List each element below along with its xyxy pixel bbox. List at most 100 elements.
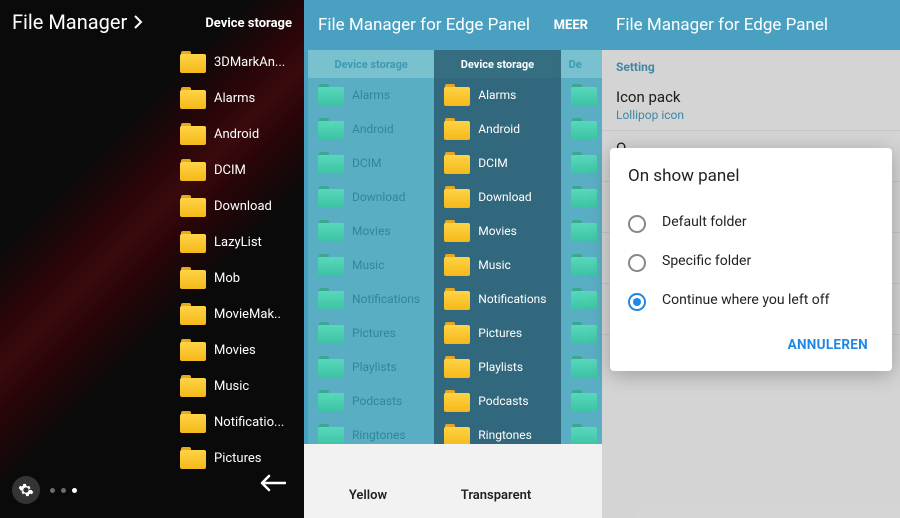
screen-header: File Manager for Edge Panel <box>602 0 900 50</box>
folder-item[interactable]: Ringtones <box>308 418 434 452</box>
folder-item[interactable]: Mob <box>180 260 304 296</box>
folder-item[interactable]: Alarms <box>434 78 560 112</box>
folder-item[interactable]: Notifications <box>434 282 560 316</box>
folder-item[interactable]: Playlists <box>308 350 434 384</box>
folder-icon <box>571 424 597 446</box>
folder-item[interactable]: LazyList <box>180 224 304 260</box>
folder-item[interactable] <box>561 112 602 146</box>
settings-button[interactable] <box>12 476 40 504</box>
folder-label: Podcasts <box>352 394 402 408</box>
folder-list[interactable]: 3DMarkAn... Alarms Android DCIM DownloadLazy… <box>180 44 304 478</box>
folder-icon <box>571 288 597 310</box>
dialog-title: On show panel <box>628 166 874 186</box>
radio-icon <box>628 293 646 311</box>
folder-icon <box>444 356 470 378</box>
folder-label: DCIM <box>214 163 246 178</box>
storage-label[interactable]: Device storage <box>205 16 292 31</box>
app-title[interactable]: File Manager <box>12 10 143 34</box>
theme-footer: Yellow Transparent <box>304 472 602 518</box>
folder-item[interactable]: Download <box>434 180 560 214</box>
folder-item[interactable]: Notificatio... <box>180 404 304 440</box>
folder-item[interactable]: Movies <box>308 214 434 248</box>
folder-icon <box>444 424 470 446</box>
folder-item[interactable] <box>561 316 602 350</box>
gear-icon <box>18 482 34 498</box>
radio-icon <box>628 254 646 272</box>
dot <box>50 488 55 493</box>
folder-item[interactable]: Music <box>180 368 304 404</box>
folder-item[interactable] <box>561 248 602 282</box>
folder-icon <box>318 390 344 412</box>
option-label: Continue where you left off <box>662 292 830 308</box>
folder-label: Download <box>352 190 405 204</box>
folder-label: Download <box>478 190 531 204</box>
folder-label: DCIM <box>478 156 507 170</box>
folder-icon <box>571 220 597 242</box>
folder-label: Android <box>352 122 394 136</box>
folder-item[interactable]: DCIM <box>180 152 304 188</box>
folder-icon <box>318 220 344 242</box>
chevron-right-icon <box>133 15 143 29</box>
theme-label-transparent: Transparent <box>432 472 560 518</box>
screen-title: File Manager for Edge Panel <box>318 15 530 35</box>
theme-preview-yellow[interactable]: Device storage AlarmsAndroidDCIMDownload… <box>308 50 434 518</box>
folder-item[interactable]: Alarms <box>308 78 434 112</box>
more-button[interactable]: MEER <box>554 18 588 33</box>
folder-item[interactable]: Notifications <box>308 282 434 316</box>
folder-item[interactable] <box>561 350 602 384</box>
folder-label: Music <box>478 258 510 272</box>
folder-label: Android <box>214 127 259 142</box>
folder-item[interactable]: Download <box>308 180 434 214</box>
folder-item[interactable]: Android <box>180 116 304 152</box>
folder-label: Pictures <box>352 326 396 340</box>
folder-item[interactable]: Playlists <box>434 350 560 384</box>
theme-preview-transparent[interactable]: Device storage AlarmsAndroidDCIMDownload… <box>434 50 560 518</box>
dialog-option[interactable]: Specific folder <box>628 243 874 282</box>
theme-preview-partial[interactable]: De <box>561 50 602 518</box>
folder-item[interactable] <box>561 180 602 214</box>
folder-item[interactable]: 3DMarkAn... <box>180 44 304 80</box>
folder-item[interactable]: Download <box>180 188 304 224</box>
folder-item[interactable]: Alarms <box>180 80 304 116</box>
folder-item[interactable] <box>561 384 602 418</box>
folder-item[interactable]: Android <box>434 112 560 146</box>
option-label: Specific folder <box>662 253 751 269</box>
folder-label: Notificatio... <box>214 415 284 430</box>
folder-item[interactable]: Podcasts <box>308 384 434 418</box>
folder-item[interactable] <box>561 146 602 180</box>
folder-item[interactable]: Ringtones <box>434 418 560 452</box>
settings-screen: File Manager for Edge Panel Setting Icon… <box>602 0 900 518</box>
folder-label: Pictures <box>478 326 522 340</box>
folder-label: Ringtones <box>478 428 532 442</box>
folder-item[interactable] <box>561 282 602 316</box>
folder-item[interactable]: Music <box>308 248 434 282</box>
folder-label: Mob <box>214 271 240 286</box>
folder-icon <box>180 231 206 253</box>
folder-item[interactable]: MovieMak.. <box>180 296 304 332</box>
dialog-option[interactable]: Continue where you left off <box>628 282 874 321</box>
folder-item[interactable]: Android <box>308 112 434 146</box>
folder-item[interactable]: Movies <box>180 332 304 368</box>
folder-item[interactable] <box>561 418 602 452</box>
folder-label: Alarms <box>214 91 255 106</box>
folder-item[interactable]: Podcasts <box>434 384 560 418</box>
folder-icon <box>318 84 344 106</box>
folder-icon <box>180 123 206 145</box>
theme-label-yellow: Yellow <box>304 472 432 518</box>
folder-item[interactable] <box>561 78 602 112</box>
cancel-button[interactable]: ANNULEREN <box>782 329 874 361</box>
dialog-option[interactable]: Default folder <box>628 204 874 243</box>
page-indicator <box>50 488 77 493</box>
folder-item[interactable]: Pictures <box>434 316 560 350</box>
spacer <box>560 472 602 518</box>
folder-icon <box>444 390 470 412</box>
back-button[interactable] <box>260 474 286 496</box>
folder-item[interactable] <box>561 214 602 248</box>
folder-item[interactable]: DCIM <box>434 146 560 180</box>
folder-item[interactable]: Music <box>434 248 560 282</box>
folder-item[interactable]: Pictures <box>308 316 434 350</box>
folder-item[interactable]: Movies <box>434 214 560 248</box>
folder-item[interactable]: DCIM <box>308 146 434 180</box>
folder-icon <box>444 186 470 208</box>
screen-title: File Manager for Edge Panel <box>616 15 828 35</box>
